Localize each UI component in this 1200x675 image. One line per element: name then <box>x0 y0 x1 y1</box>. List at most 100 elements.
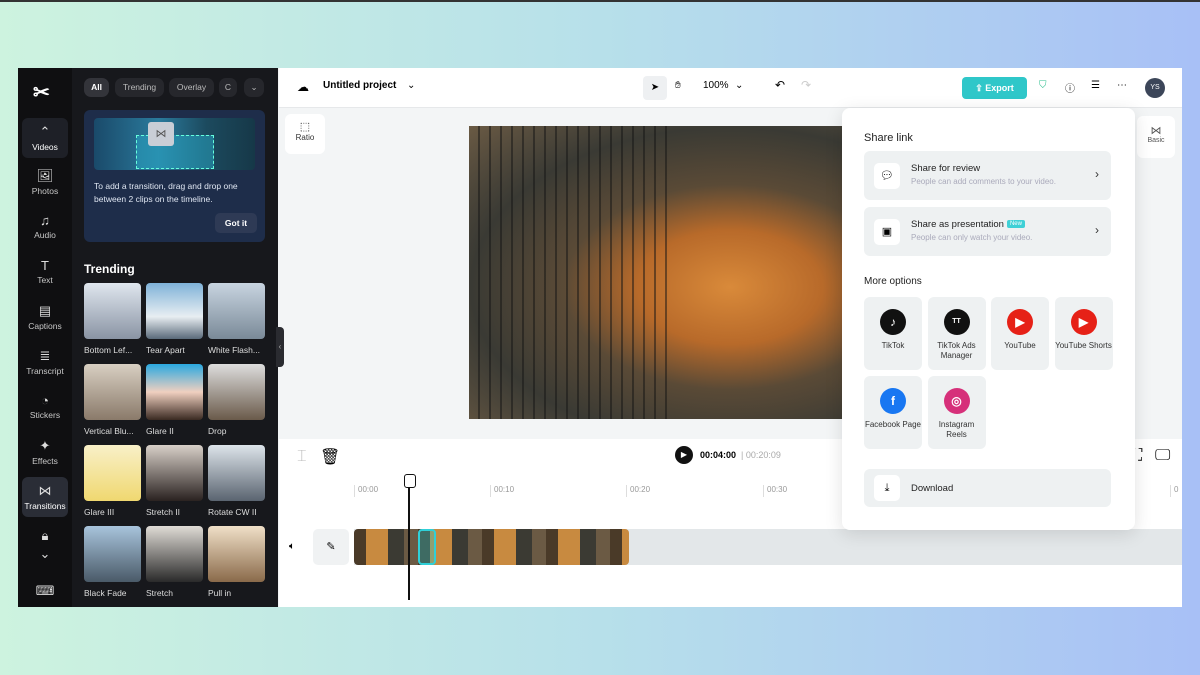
delete-icon[interactable]: 🗑︎ <box>320 447 340 467</box>
basic-button[interactable]: ⋈ Basic <box>1137 116 1175 158</box>
rail-item-videos[interactable]: ⌃ Videos <box>22 118 68 158</box>
volume-icon[interactable]: 🔈︎ <box>289 541 295 552</box>
option-label: YouTube Shorts <box>1055 341 1112 350</box>
chevron-down-icon[interactable]: ⌄ <box>735 80 743 91</box>
playhead[interactable] <box>404 474 416 600</box>
help-icon[interactable]: ⓘ <box>1065 80 1075 95</box>
transition-thumbnail <box>146 283 203 339</box>
transition-item[interactable]: Bottom Lef... <box>84 283 141 355</box>
transition-icon: ⋈ <box>148 122 174 146</box>
transition-marker[interactable] <box>418 529 436 565</box>
shield-icon[interactable]: ⛉ <box>1039 80 1047 91</box>
share-option-tiktok[interactable]: ♪ TikTok <box>864 297 922 370</box>
transition-thumbnail <box>208 364 265 420</box>
transition-thumbnail <box>146 526 203 582</box>
more-icon[interactable]: ⋯ <box>1117 80 1127 91</box>
rail-item-photos[interactable]: 🖼 Photos <box>22 168 68 196</box>
share-link-title: Share link <box>864 132 913 144</box>
share-option-youtube[interactable]: ▶ YouTube <box>991 297 1049 370</box>
row-title: Share as presentation <box>911 219 1004 230</box>
avatar[interactable]: YS <box>1145 78 1165 98</box>
redo-icon[interactable]: ↷ <box>801 78 811 92</box>
filter-more[interactable]: C <box>219 78 237 97</box>
transition-label: Bottom Lef... <box>84 345 133 355</box>
rail-label: Transcript <box>26 366 64 376</box>
rail-item-transitions[interactable]: ⋈ Transitions <box>22 477 68 517</box>
filters-dropdown-chevron-icon[interactable]: ⌄ <box>244 78 264 97</box>
chevron-up-icon: ⌃ <box>39 124 51 139</box>
current-time: 00:04:00 <box>700 450 737 460</box>
share-option-tiktok-ads[interactable]: TT TikTok Ads Manager <box>927 297 986 370</box>
option-label: Instagram Reels <box>938 420 975 439</box>
select-pointer-icon[interactable]: ➤ <box>643 76 667 100</box>
ratio-button[interactable]: ⬚ Ratio <box>285 114 325 154</box>
transition-item[interactable]: Black Fade <box>84 526 141 598</box>
transition-item[interactable]: Stretch II <box>146 445 203 517</box>
download-icon: ⤓ <box>874 475 900 501</box>
transition-label: Tear Apart <box>146 345 185 355</box>
youtube-icon: ▶ <box>1007 309 1033 335</box>
share-for-review-button[interactable]: 💬︎ Share for review People can add comme… <box>864 151 1111 200</box>
zoom-level[interactable]: 100% <box>703 80 729 91</box>
monitor-icon[interactable]: 🖵 <box>1155 447 1170 465</box>
transition-label: Vertical Blu... <box>84 426 134 436</box>
transition-item[interactable]: Tear Apart <box>146 283 203 355</box>
project-name[interactable]: Untitled project <box>323 80 396 91</box>
transition-thumbnail <box>208 283 265 339</box>
lock-icon[interactable]: 🔒︎ <box>22 528 68 546</box>
row-title: Share for review <box>911 163 981 174</box>
transition-label: Black Fade <box>84 588 127 598</box>
got-it-button[interactable]: Got it <box>215 213 257 233</box>
transition-item[interactable]: Drop <box>208 364 265 436</box>
share-option-facebook[interactable]: f Facebook Page <box>864 376 922 449</box>
undo-icon[interactable]: ↶ <box>775 78 785 92</box>
transition-item[interactable]: White Flash... <box>208 283 265 355</box>
chevron-right-icon: › <box>1095 223 1099 237</box>
option-label: YouTube <box>1004 341 1036 350</box>
share-option-youtube-shorts[interactable]: ▶ YouTube Shorts <box>1054 297 1113 370</box>
edit-pencil-icon[interactable]: ✎ <box>313 529 349 565</box>
video-clip[interactable] <box>354 529 629 565</box>
keyboard-icon[interactable]: ⌨ <box>22 583 68 601</box>
video-preview <box>469 126 842 419</box>
hand-icon[interactable]: ✋︎ <box>675 80 681 91</box>
ratio-icon: ⬚ <box>299 121 311 133</box>
rail-item-effects[interactable]: ✦ Effects <box>22 438 68 466</box>
captions-icon: ▤ <box>38 303 52 318</box>
transition-item[interactable]: Rotate CW II <box>208 445 265 517</box>
rail-item-transcript[interactable]: ≣ Transcript <box>22 348 68 376</box>
rail-label: Audio <box>34 230 56 240</box>
filter-trending[interactable]: Trending <box>115 78 164 97</box>
chevron-down-icon[interactable]: ⌄ <box>22 546 68 564</box>
transition-item[interactable]: Glare III <box>84 445 141 517</box>
rail-item-audio[interactable]: ♫ Audio <box>22 213 68 240</box>
image-icon: 🖼 <box>36 168 54 183</box>
share-option-instagram[interactable]: ◎ Instagram Reels <box>927 376 986 449</box>
filter-overlay[interactable]: Overlay <box>169 78 214 97</box>
new-badge: New <box>1006 220 1025 229</box>
split-icon[interactable]: ⌶ <box>297 448 307 466</box>
transition-item[interactable]: Pull in <box>208 526 265 598</box>
transition-item[interactable]: Stretch <box>146 526 203 598</box>
tip-illustration: ⋈ <box>94 118 255 170</box>
transition-item[interactable]: Glare II <box>146 364 203 436</box>
rail-label: Transitions <box>24 501 66 511</box>
rail-item-captions[interactable]: ▤ Captions <box>22 303 68 331</box>
left-rail: ✂ ⌃ Videos 🖼 Photos ♫ Audio T Text ▤ Captions… <box>18 68 72 607</box>
option-label: TikTok <box>881 341 905 350</box>
option-label: Facebook Page <box>864 420 922 429</box>
download-button[interactable]: ⤓ Download <box>864 469 1111 507</box>
layers-icon[interactable]: ☰ <box>1091 80 1100 91</box>
share-as-presentation-button[interactable]: ▣ Share as presentation New People can on… <box>864 207 1111 256</box>
rail-item-text[interactable]: T Text <box>22 258 68 285</box>
transition-item[interactable]: Vertical Blu... <box>84 364 141 436</box>
filter-all[interactable]: All <box>84 78 109 97</box>
play-button[interactable]: ▶ <box>675 446 693 464</box>
export-button[interactable]: ⇪ Export <box>962 77 1027 99</box>
transition-thumbnail <box>84 445 141 501</box>
transition-thumbnail <box>84 526 141 582</box>
rail-item-stickers[interactable]: ◔ Stickers <box>22 393 68 420</box>
chevron-down-icon[interactable]: ⌄ <box>407 80 415 91</box>
transition-label: Stretch <box>146 588 173 598</box>
music-icon: ♫ <box>40 213 50 228</box>
